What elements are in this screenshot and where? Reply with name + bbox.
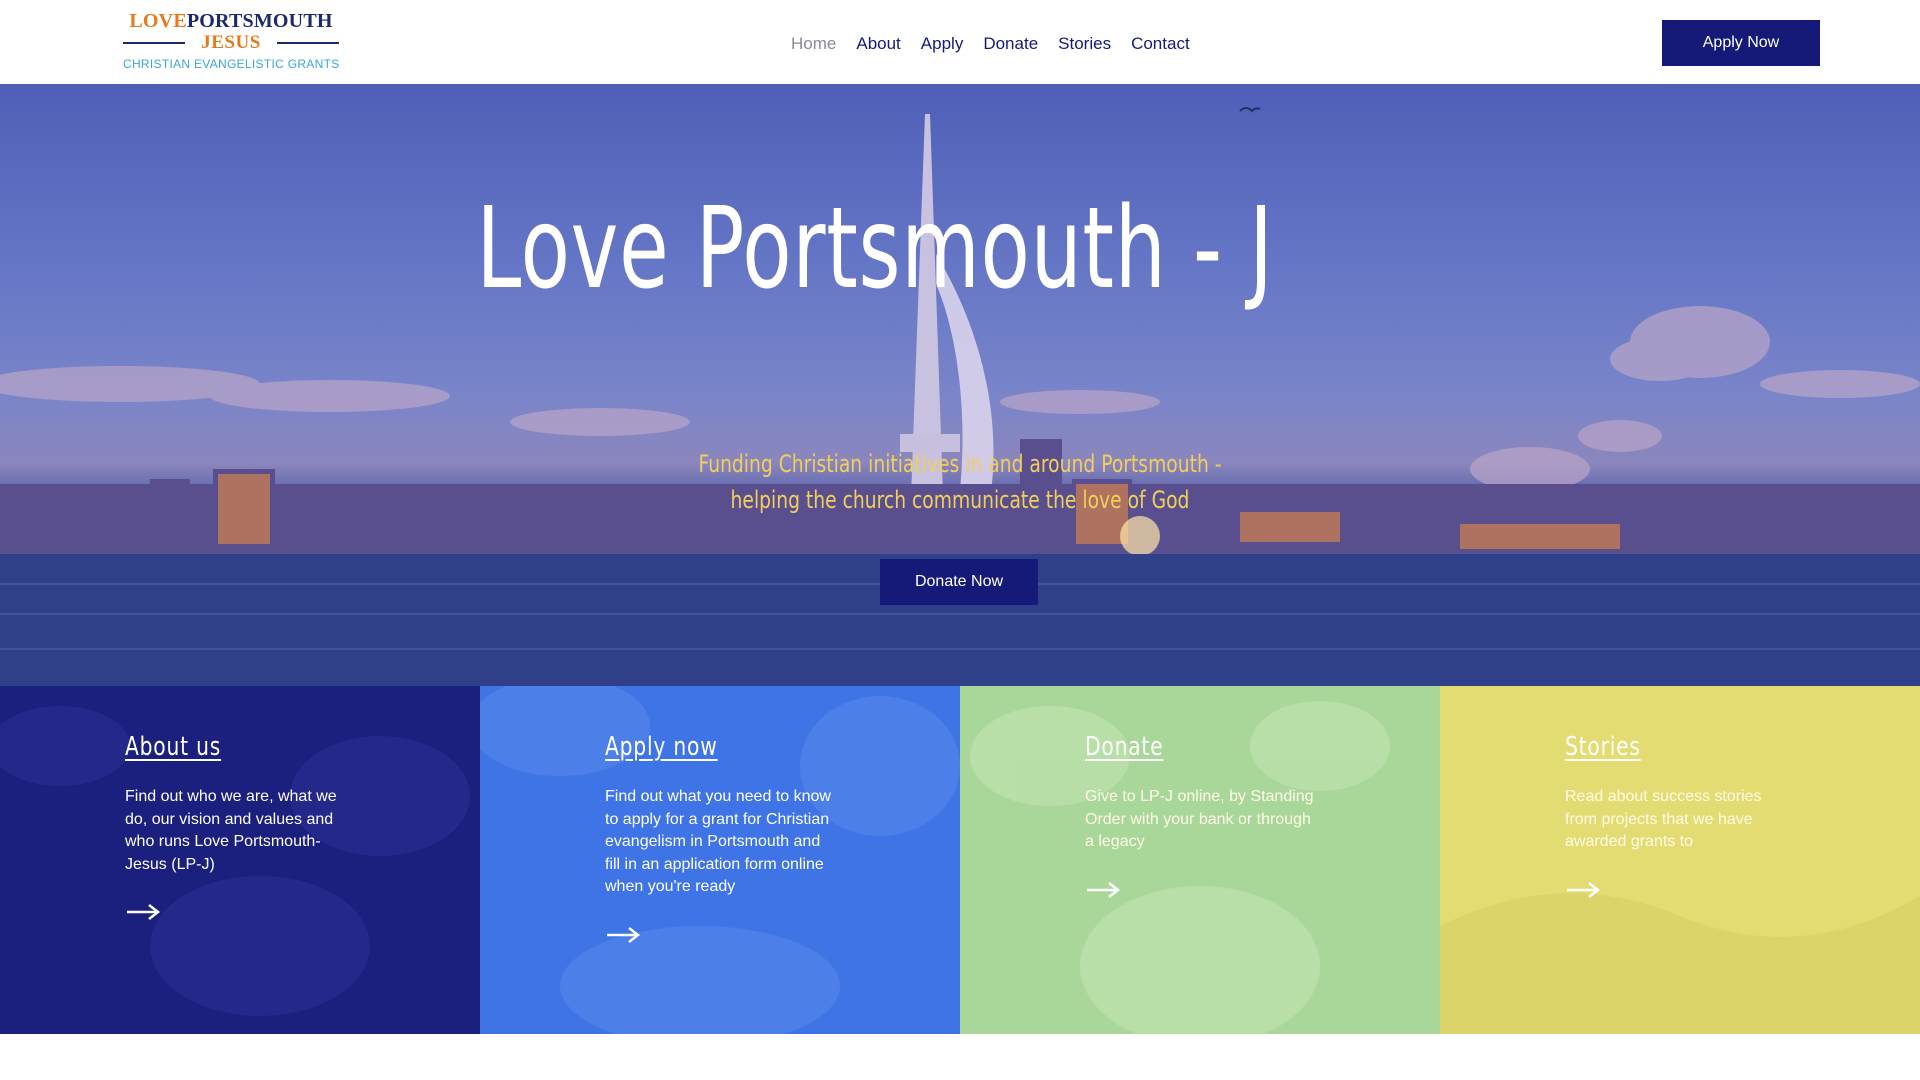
arrow-right-icon[interactable] <box>1085 880 1121 900</box>
panel-donate-text: Give to LP-J online, by Standing Order w… <box>1085 788 1314 850</box>
nav-about[interactable]: About <box>846 30 910 58</box>
hero-section: Love Portsmouth - J Funding Christian in… <box>0 84 1920 686</box>
arrow-right-icon[interactable] <box>605 925 641 945</box>
panel-about-title[interactable]: About us <box>125 732 221 762</box>
panel-apply-content: Apply now Find out what you need to know… <box>605 732 835 945</box>
logo-line1: LOVEPORTSMOUTH <box>123 10 339 32</box>
site-logo[interactable]: LOVEPORTSMOUTH JESUS CHRISTIAN EVANGELIS… <box>123 10 339 76</box>
hero-subtitle-line1: Funding Christian initiatives in and aro… <box>698 450 1222 478</box>
logo-portsmouth-text: PORTSMOUTH <box>186 10 333 32</box>
feature-panels: About us Find out who we are, what we do… <box>0 686 1920 1034</box>
nav-contact[interactable]: Contact <box>1121 30 1200 58</box>
panel-apply: Apply now Find out what you need to know… <box>480 686 960 1034</box>
panel-stories: Stories Read about success stories from … <box>1440 686 1920 1034</box>
logo-tagline: CHRISTIAN EVANGELISTIC GRANTS <box>123 57 340 71</box>
panel-donate-title[interactable]: Donate <box>1085 732 1163 762</box>
arrow-right-icon[interactable] <box>125 902 161 922</box>
panel-apply-title[interactable]: Apply now <box>605 732 718 762</box>
hero-subtitle-line2: helping the church communicate the love … <box>730 486 1190 514</box>
panel-about-content: About us Find out who we are, what we do… <box>125 732 355 922</box>
panel-about: About us Find out who we are, what we do… <box>0 686 480 1034</box>
panel-stories-text: Read about success stories from projects… <box>1565 788 1762 850</box>
nav-donate[interactable]: Donate <box>973 30 1048 58</box>
nav-stories[interactable]: Stories <box>1048 30 1121 58</box>
nav-apply[interactable]: Apply <box>911 30 974 58</box>
hero-title: Love Portsmouth - J <box>476 184 1274 314</box>
apply-now-button[interactable]: Apply Now <box>1662 20 1820 66</box>
panel-stories-content: Stories Read about success stories from … <box>1565 732 1795 900</box>
logo-jesus-text: JESUS <box>201 32 261 53</box>
panel-stories-title[interactable]: Stories <box>1565 732 1641 762</box>
main-nav: Home About Apply Donate Stories Contact <box>781 30 1200 58</box>
logo-line2: JESUS <box>123 32 339 54</box>
logo-rule-left <box>123 42 185 44</box>
hero-subtitle: Funding Christian initiatives in and aro… <box>695 446 1225 518</box>
arrow-right-icon[interactable] <box>1565 880 1601 900</box>
site-header: LOVEPORTSMOUTH JESUS CHRISTIAN EVANGELIS… <box>0 0 1920 84</box>
panel-apply-text: Find out what you need to know to apply … <box>605 788 831 895</box>
logo-love-text: LOVE <box>129 10 187 32</box>
panel-donate-content: Donate Give to LP-J online, by Standing … <box>1085 732 1315 900</box>
panel-about-text: Find out who we are, what we do, our vis… <box>125 788 337 873</box>
nav-home[interactable]: Home <box>781 30 846 58</box>
donate-now-button[interactable]: Donate Now <box>880 559 1038 605</box>
panel-donate: Donate Give to LP-J online, by Standing … <box>960 686 1440 1034</box>
logo-rule-right <box>277 42 339 44</box>
